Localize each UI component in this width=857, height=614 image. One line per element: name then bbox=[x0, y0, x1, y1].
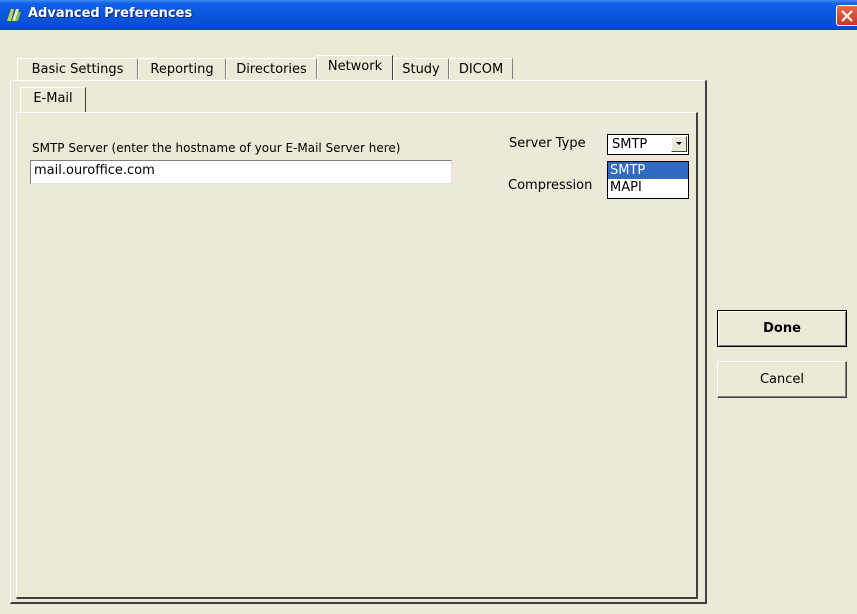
tab-study-label: Study bbox=[402, 62, 440, 77]
tab-reporting[interactable]: Reporting bbox=[138, 58, 226, 79]
smtp-server-label: SMTP Server (enter the hostname of your … bbox=[32, 141, 401, 155]
server-type-select[interactable]: SMTP bbox=[607, 134, 689, 155]
app-logo-icon bbox=[7, 9, 21, 21]
close-icon bbox=[841, 10, 853, 22]
cancel-button[interactable]: Cancel bbox=[717, 361, 847, 398]
done-button[interactable]: Done bbox=[717, 310, 847, 347]
server-type-option-smtp[interactable]: SMTP bbox=[608, 162, 688, 179]
tab-reporting-label: Reporting bbox=[150, 62, 214, 77]
tab-dicom[interactable]: DICOM bbox=[449, 58, 513, 79]
tab-basic-settings-label: Basic Settings bbox=[31, 62, 124, 77]
server-type-option-mapi[interactable]: MAPI bbox=[608, 179, 688, 196]
compression-label: Compression bbox=[508, 178, 593, 193]
chevron-down-icon bbox=[676, 142, 682, 145]
title-bar[interactable]: Advanced Preferences bbox=[0, 0, 857, 30]
e-mail-tab-panel bbox=[16, 112, 698, 599]
smtp-server-input[interactable]: mail.ouroffice.com bbox=[30, 160, 452, 184]
advanced-preferences-window: Advanced Preferences Basic Settings Repo… bbox=[0, 0, 857, 614]
server-type-dropdown-button[interactable] bbox=[671, 136, 687, 152]
tab-network[interactable]: Network bbox=[317, 55, 393, 80]
window-title: Advanced Preferences bbox=[28, 6, 193, 21]
tab-directories-label: Directories bbox=[236, 62, 307, 77]
server-type-selected-value: SMTP bbox=[612, 137, 648, 152]
tab-directories[interactable]: Directories bbox=[226, 58, 317, 79]
smtp-server-value: mail.ouroffice.com bbox=[34, 163, 155, 178]
main-tab-strip: Basic Settings Reporting Directories Net… bbox=[17, 55, 537, 81]
server-type-options-list: SMTP MAPI bbox=[607, 161, 689, 199]
tab-e-mail-label: E-Mail bbox=[33, 91, 73, 106]
done-button-label: Done bbox=[763, 321, 801, 336]
tab-basic-settings[interactable]: Basic Settings bbox=[17, 58, 138, 79]
cancel-button-label: Cancel bbox=[759, 372, 805, 387]
tab-dicom-label: DICOM bbox=[458, 62, 504, 77]
server-type-label: Server Type bbox=[509, 136, 586, 151]
tab-network-label: Network bbox=[327, 59, 383, 74]
tab-e-mail[interactable]: E-Mail bbox=[20, 87, 86, 112]
dialog-client-area: Basic Settings Reporting Directories Net… bbox=[0, 30, 857, 614]
sub-tab-strip: E-Mail bbox=[20, 87, 100, 113]
close-button[interactable] bbox=[836, 5, 857, 26]
tab-study[interactable]: Study bbox=[393, 58, 449, 79]
